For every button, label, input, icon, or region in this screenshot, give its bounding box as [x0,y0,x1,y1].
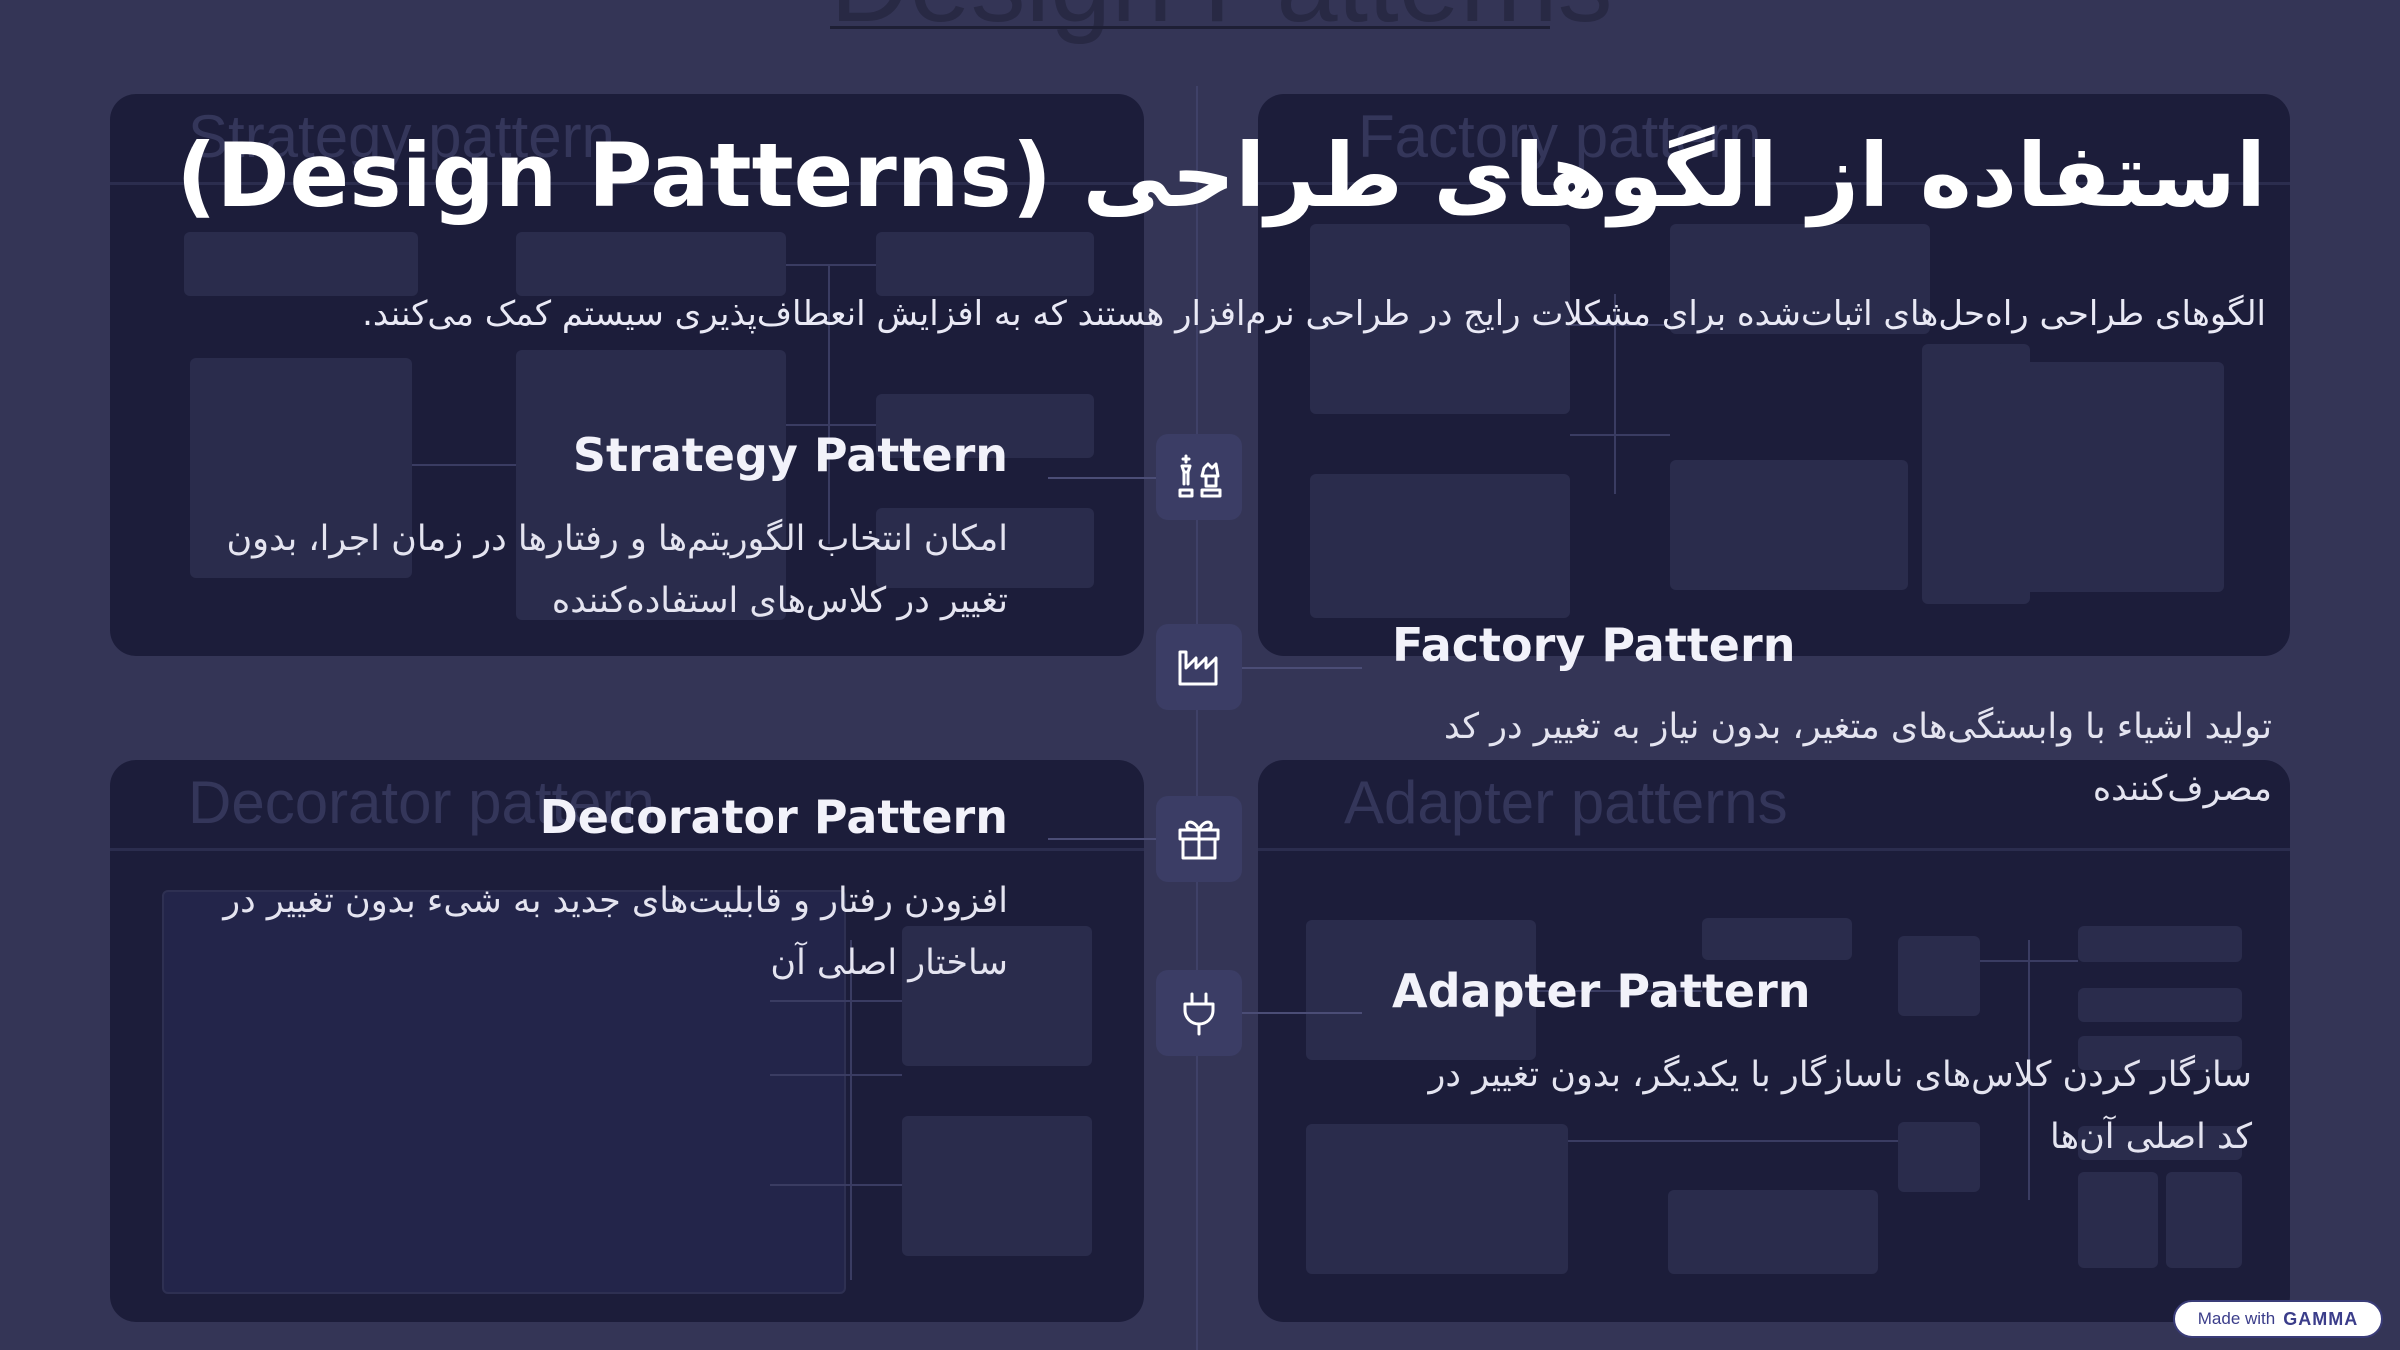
factory-connector [1242,667,1362,669]
timeline-line [1196,86,1198,1350]
adapter-description: سازگار کردن کلاس‌های ناسازگار با یکدیگر،… [1428,1055,2253,1157]
gamma-logo: GAMMA [2283,1308,2359,1329]
gift-icon [1178,820,1220,860]
adapter-connector [1242,1012,1362,1014]
strategy-icon-box [1156,434,1242,520]
badge-prefix: Made with [2197,1309,2276,1328]
panel-rule [1258,848,2290,851]
diagram-box [2166,1172,2242,1268]
diagram-box [1670,460,1908,590]
diagram-link [770,1184,902,1186]
diagram-link [786,264,876,266]
diagram-box [1702,918,1852,960]
diagram-box [184,232,418,296]
diagram-box [2078,1172,2158,1268]
background-title: Design Patterns [830,0,1613,47]
diagram-link [412,464,516,466]
diagram-box [1668,1190,1878,1274]
diagram-link [1570,434,1670,436]
intro-text: الگوهای طراحی راه‌حل‌های اثبات‌شده برای … [362,294,2266,334]
decorator-description: افزودن رفتار و قابلیت‌های جدید به شیء بد… [223,881,1008,983]
adapter-title: Adapter Pattern [1392,964,1811,1018]
panel-rule [110,848,1144,851]
plug-icon [1183,992,1215,1036]
diagram-box [1998,362,2224,592]
strategy-description: امکان انتخاب الگوریتم‌ها و رفتارها در زم… [226,519,1008,621]
background-title-rule [830,26,1550,29]
factory-icon-box [1156,624,1242,710]
strategy-connector [1048,477,1156,479]
factory-description: تولید اشیاء با وابستگی‌های متغیر، بدون ن… [1443,707,2272,809]
decorator-icon-box [1156,796,1242,882]
diagram-box [876,232,1094,296]
diagram-box [1310,474,1570,618]
diagram-box [516,232,786,296]
diagram-link [770,1074,902,1076]
diagram-box [2078,988,2242,1022]
diagram-link [786,424,876,426]
diagram-link [770,1000,902,1002]
decorator-diagram-panel: Decorator pattern [110,760,1144,1322]
made-with-gamma-badge[interactable]: Made with GAMMA [2173,1300,2383,1338]
factory-title: Factory Pattern [1392,618,1796,672]
diagram-box [2078,926,2242,962]
adapter-diagram-panel: Adapter patterns [1258,760,2290,1322]
strategy-title: Strategy Pattern [572,428,1008,482]
decorator-title: Decorator Pattern [539,790,1008,844]
decorator-connector [1048,838,1156,840]
adapter-icon-box [1156,970,1242,1056]
page-title: استفاده از الگوهای طراحی (Design Pattern… [176,124,2266,227]
chess-pieces-icon [1178,454,1222,498]
factory-icon [1178,650,1218,686]
diagram-box [1898,936,1980,1016]
diagram-box [902,1116,1092,1256]
